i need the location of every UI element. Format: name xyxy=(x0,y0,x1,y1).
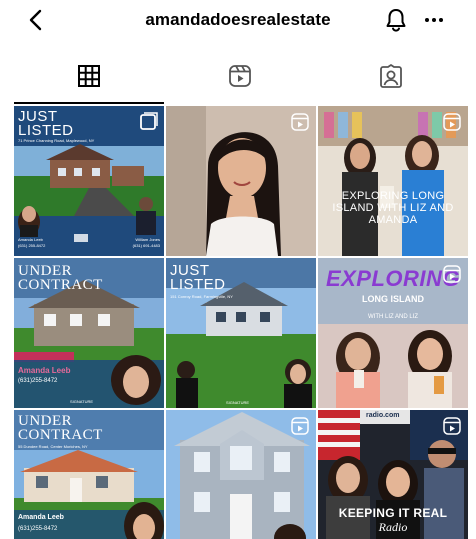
chevron-left-icon xyxy=(29,9,42,31)
notifications-button[interactable] xyxy=(383,6,409,34)
back-button[interactable] xyxy=(22,6,48,34)
post-title-line2: LISTED xyxy=(18,122,74,139)
agent-phone: (631)255-8472 xyxy=(18,378,58,384)
agent2-contact: (631) 691-4483 xyxy=(132,243,160,248)
post-title-line1: UNDER xyxy=(18,413,73,429)
tagged-person-icon xyxy=(380,64,402,88)
post-tile-just-listed-1[interactable]: JUST LISTED 71 Prince Channing Road, Map… xyxy=(14,106,164,256)
agent-phone: (631)255-8472 xyxy=(18,526,58,532)
tab-posts-grid[interactable] xyxy=(14,64,164,104)
post-tile-under-contract-2[interactable]: UNDER CONTRACT 55 Dundee Road, Center Mo… xyxy=(14,410,164,539)
reel-icon xyxy=(291,113,309,131)
post-title: UNDER CONTRACT xyxy=(18,413,103,443)
post-address: 151 Conroy Road, Farmingville, NY xyxy=(170,294,233,299)
post-title: JUST LISTED xyxy=(18,109,74,139)
post-tile-just-listed-2[interactable]: JUST LISTED 151 Conroy Road, Farmingvill… xyxy=(166,258,316,408)
reel-icon xyxy=(291,417,309,435)
post-tile-exploring-shop[interactable]: EXPLORING LONG ISLAND WITH LIZ AND AMAND… xyxy=(318,106,468,256)
post-tile-house[interactable] xyxy=(166,410,316,539)
more-options-button[interactable] xyxy=(421,6,447,34)
post-caption-line2: ISLAND WITH LIZ AND xyxy=(332,202,454,214)
agent2-name: William Jones xyxy=(135,237,160,242)
post-title: JUST LISTED xyxy=(170,263,226,293)
post-title-line2: CONTRACT xyxy=(18,277,103,293)
post-url: radio.com xyxy=(366,412,400,419)
post-tag: WITH LIZ AND LIZ xyxy=(367,314,418,320)
agent1-contact: (631) 255-8472 xyxy=(18,243,46,248)
reel-icon xyxy=(443,265,461,283)
agent1-name: Amanda Leeb xyxy=(18,237,43,242)
reel-icon xyxy=(443,417,461,435)
post-title-line2: LISTED xyxy=(170,276,226,293)
post-tile-exploring-long-island[interactable]: EXPLORING LONG ISLAND WITH LIZ AND LIZ xyxy=(318,258,468,408)
brand-label: SIGNATURE xyxy=(226,400,250,405)
agent-name: Amanda Leeb xyxy=(18,514,64,521)
brand-label: SIGNATURE xyxy=(70,399,94,404)
more-horizontal-icon xyxy=(425,18,443,22)
post-title-line2: CONTRACT xyxy=(18,427,103,443)
bell-icon xyxy=(386,9,406,32)
post-address: 71 Prince Channing Road, Maplewood, NY xyxy=(18,138,95,143)
tab-reels[interactable] xyxy=(165,64,315,104)
post-title-line1: UNDER xyxy=(18,263,73,279)
post-subtitle: LONG ISLAND xyxy=(362,294,424,304)
reels-icon xyxy=(229,65,251,87)
post-tile-radio[interactable]: radio.com KEEPING IT REAL Radio xyxy=(318,410,468,539)
post-caption-line3: AMANDA xyxy=(368,214,418,226)
profile-tabs xyxy=(0,64,476,104)
post-caption: EXPLORING LONG ISLAND WITH LIZ AND AMAND… xyxy=(318,190,468,226)
tab-tagged[interactable] xyxy=(316,64,466,104)
post-caption-line1: EXPLORING LONG xyxy=(341,190,445,202)
post-tile-portrait[interactable] xyxy=(166,106,316,256)
active-tab-indicator xyxy=(14,102,164,104)
post-title: UNDER CONTRACT xyxy=(18,263,103,293)
post-caption-line2: Radio xyxy=(378,520,408,534)
post-tile-under-contract-1[interactable]: UNDER CONTRACT Amanda Leeb (631)255-8472… xyxy=(14,258,164,408)
grid-icon xyxy=(78,65,100,87)
post-caption-line1: KEEPING IT REAL xyxy=(338,506,448,520)
reel-icon xyxy=(443,113,461,131)
agent-name: Amanda Leeb xyxy=(18,366,71,375)
profile-header: amandadoesrealestate xyxy=(0,0,476,42)
post-address: 55 Dundee Road, Center Moriches, NY xyxy=(18,444,88,449)
carousel-icon xyxy=(140,112,158,130)
posts-grid: JUST LISTED 71 Prince Channing Road, Map… xyxy=(14,106,468,539)
